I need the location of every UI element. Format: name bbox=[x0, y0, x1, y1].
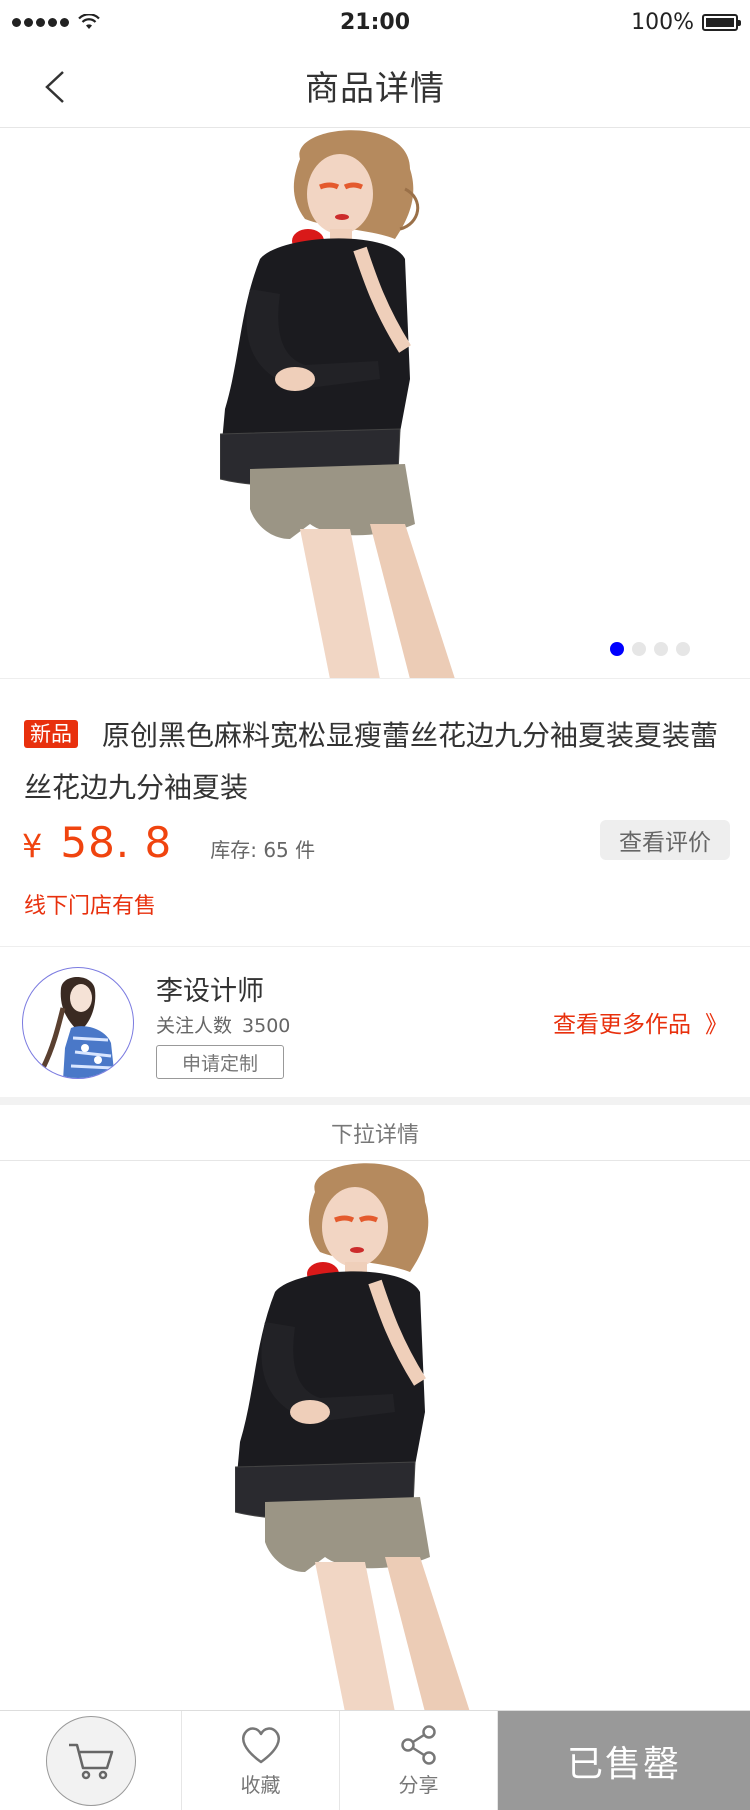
request-custom-button[interactable]: 申请定制 bbox=[156, 1045, 284, 1079]
double-chevron-right-icon: 》 bbox=[705, 1012, 728, 1038]
designer-avatar-illustration bbox=[40, 976, 115, 1078]
new-tag-badge: 新品 bbox=[24, 720, 78, 748]
follower-count: 关注人数 3500 bbox=[156, 1011, 290, 1038]
product-title: 原创黑色麻料宽松显瘦蕾丝花边九分袖夏装夏装蕾丝花边九分袖夏装 bbox=[24, 719, 719, 804]
carousel-dot[interactable] bbox=[676, 642, 690, 656]
follower-label: 关注人数 bbox=[156, 1015, 233, 1037]
page-title: 商品详情 bbox=[305, 69, 445, 109]
offline-store-note: 线下门店有售 bbox=[24, 894, 157, 919]
product-price: 58. 8 bbox=[60, 818, 173, 867]
product-title-row: 新品 原创黑色麻料宽松显瘦蕾丝花边九分袖夏装夏装蕾丝花边九分袖夏装 bbox=[24, 710, 730, 814]
follower-number: 3500 bbox=[242, 1015, 291, 1037]
pull-down-details[interactable]: 下拉详情 bbox=[0, 1105, 750, 1161]
share-icon bbox=[400, 1724, 436, 1765]
product-image-carousel[interactable] bbox=[0, 129, 750, 679]
product-model-image-detail bbox=[235, 1163, 470, 1710]
designer-section: 李设计师 关注人数 3500 申请定制 查看更多作品 》 bbox=[0, 947, 750, 1097]
chevron-left-icon bbox=[45, 71, 64, 103]
nav-bar: 商品详情 bbox=[0, 44, 750, 128]
product-info: 新品 原创黑色麻料宽松显瘦蕾丝花边九分袖夏装夏装蕾丝花边九分袖夏装 ¥ 58. 8… bbox=[0, 680, 750, 946]
section-separator bbox=[0, 1097, 750, 1105]
view-more-works-link[interactable]: 查看更多作品 》 bbox=[553, 1005, 728, 1039]
more-works-label: 查看更多作品 bbox=[553, 1012, 691, 1038]
carousel-pager[interactable] bbox=[610, 642, 690, 656]
cart-icon bbox=[68, 1743, 113, 1780]
product-model-image bbox=[220, 130, 455, 678]
currency-symbol: ¥ bbox=[22, 827, 43, 865]
heart-icon bbox=[241, 1726, 280, 1763]
battery-icon bbox=[702, 13, 741, 31]
carousel-dot[interactable] bbox=[610, 642, 624, 656]
designer-name: 李设计师 bbox=[156, 976, 264, 1007]
favorite-button[interactable]: 收藏 bbox=[182, 1711, 340, 1810]
carousel-dot[interactable] bbox=[654, 642, 668, 656]
product-detail-image bbox=[0, 1162, 750, 1710]
view-reviews-button[interactable]: 查看评价 bbox=[600, 820, 730, 860]
sold-out-button[interactable]: 已售罄 bbox=[498, 1711, 750, 1810]
carousel-dot[interactable] bbox=[632, 642, 646, 656]
share-button[interactable]: 分享 bbox=[340, 1711, 498, 1810]
share-label: 分享 bbox=[398, 1772, 439, 1797]
designer-avatar[interactable] bbox=[22, 967, 134, 1079]
status-bar: 21:00 100% bbox=[0, 0, 750, 44]
bottom-action-bar: 收藏 分享 已售罄 bbox=[0, 1710, 750, 1810]
cart-icon-wrapper bbox=[45, 1716, 136, 1806]
price-row: ¥ 58. 8 库存: 65 件 bbox=[22, 818, 315, 867]
favorite-label: 收藏 bbox=[240, 1772, 281, 1797]
status-time: 21:00 bbox=[339, 9, 411, 35]
cart-button[interactable] bbox=[0, 1711, 182, 1810]
back-button[interactable] bbox=[30, 62, 80, 112]
stock-count: 库存: 65 件 bbox=[210, 838, 316, 862]
